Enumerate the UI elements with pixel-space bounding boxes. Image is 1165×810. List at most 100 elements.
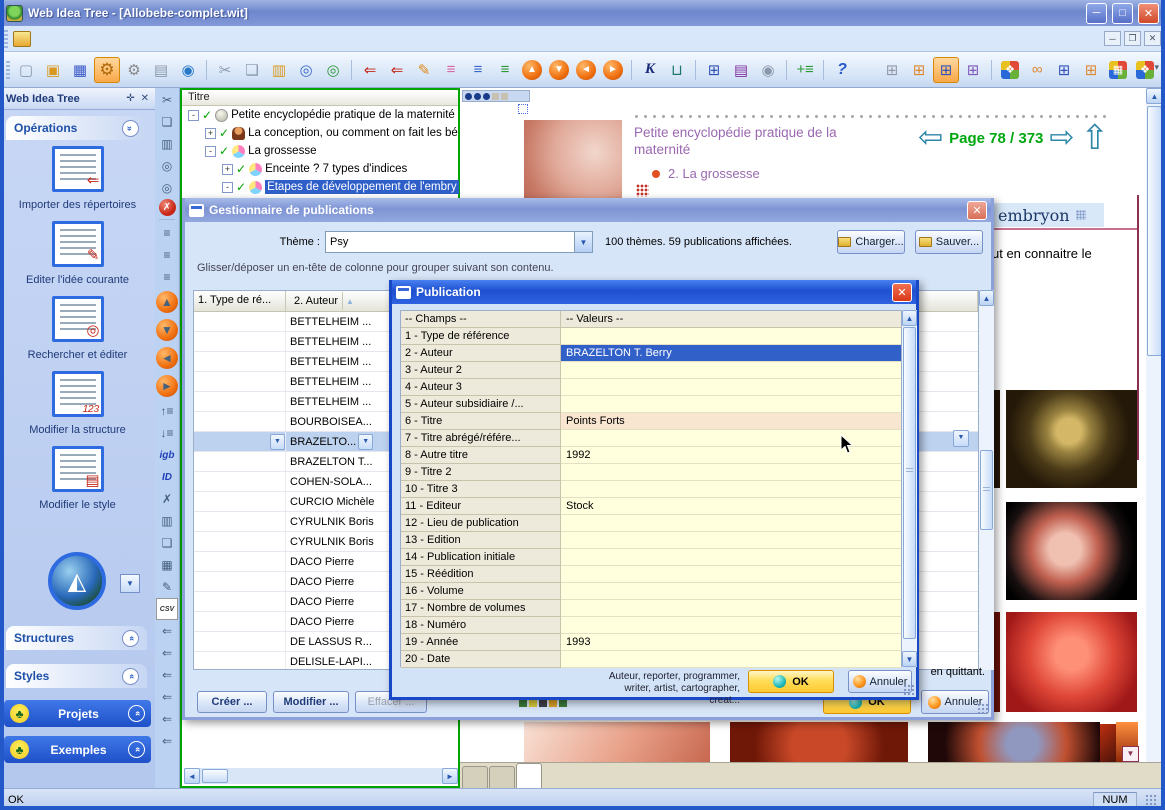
move-right-icon[interactable]: ►: [603, 60, 623, 80]
toolbar-icon[interactable]: [819, 57, 828, 83]
menu-item[interactable]: [37, 36, 53, 42]
modify-button[interactable]: Modifier ...: [273, 691, 349, 713]
tree-expander-icon[interactable]: +: [222, 164, 233, 175]
chevron-up-icon[interactable]: »: [122, 630, 139, 647]
values-column-header[interactable]: -- Valeurs --: [561, 311, 901, 328]
menu-item[interactable]: [149, 36, 165, 42]
publication-field-row[interactable]: 1 - Type de référence: [401, 328, 901, 345]
view-tab[interactable]: [462, 766, 488, 788]
scroll-down-icon[interactable]: ▼: [902, 651, 917, 667]
operation-edit-structure[interactable]: ₁₂₃ Modifier la structure: [0, 371, 155, 436]
preview-mini-toolbar[interactable]: [462, 90, 530, 102]
preview-eye-icon[interactable]: ◉: [755, 57, 781, 83]
paste-icon[interactable]: ▥: [156, 133, 178, 155]
outline-list-3-icon[interactable]: ≡: [492, 57, 518, 83]
id-icon[interactable]: ID: [156, 466, 178, 488]
preview-bullet-item[interactable]: 2. La grossesse: [652, 166, 760, 181]
toolbar-icon[interactable]: [347, 57, 356, 83]
tree-expander-icon[interactable]: +: [205, 128, 216, 139]
column-header-type[interactable]: 1. Type de ré...: [194, 291, 286, 311]
search-icon[interactable]: ◎: [156, 155, 178, 177]
tree-column-header[interactable]: Titre: [182, 90, 458, 106]
view-tab[interactable]: [516, 763, 542, 788]
tree-item[interactable]: - ✓ La grossesse: [182, 142, 458, 160]
menu-item[interactable]: [69, 36, 85, 42]
menu-item[interactable]: [53, 36, 69, 42]
add-idea-icon[interactable]: +≡: [792, 57, 818, 83]
menu-item[interactable]: [117, 36, 133, 42]
paste-special-icon[interactable]: ▥: [156, 510, 178, 532]
tree-item[interactable]: + ✓ Enceinte ? 7 types d'indices: [182, 160, 458, 178]
publication-field-row[interactable]: 12 - Lieu de publication: [401, 515, 901, 532]
tree-expander-icon[interactable]: -: [205, 146, 216, 157]
section-styles[interactable]: Styles »: [6, 664, 147, 688]
spellcheck-icon[interactable]: K: [637, 57, 663, 83]
search-replace-icon[interactable]: ◎: [320, 57, 346, 83]
list-add-icon[interactable]: ≡: [156, 222, 178, 244]
menu-item[interactable]: [133, 36, 149, 42]
toolbar-icon[interactable]: [782, 57, 791, 83]
list-add-3-icon[interactable]: ≡: [156, 266, 178, 288]
section-structures[interactable]: Structures »: [6, 626, 147, 650]
menu-item[interactable]: [85, 36, 101, 42]
print-icon[interactable]: ▤: [148, 57, 174, 83]
window-layout-2-icon[interactable]: ⊞: [906, 57, 932, 83]
publication-field-row[interactable]: 7 - Titre abrégé/référe...: [401, 430, 901, 447]
move-right-icon[interactable]: ►: [156, 375, 178, 397]
window-layout-4-icon[interactable]: ⊞: [960, 57, 986, 83]
menu-item[interactable]: [213, 36, 229, 42]
publication-field-row[interactable]: 9 - Titre 2: [401, 464, 901, 481]
csv-icon[interactable]: CSV: [156, 598, 178, 620]
outline-list-2-icon[interactable]: ≡: [465, 57, 491, 83]
tree-item[interactable]: - ✓ Petite encyclopédie pratique de la m…: [182, 106, 458, 124]
scrollbar-thumb[interactable]: [1147, 106, 1162, 356]
import-pages-icon[interactable]: ⇐: [357, 57, 383, 83]
move-down-icon[interactable]: ▼: [156, 319, 178, 341]
chevron-up-icon[interactable]: »: [122, 668, 139, 685]
new-document-icon[interactable]: ▢: [13, 57, 39, 83]
close-icon[interactable]: ✕: [967, 201, 987, 220]
delete-icon[interactable]: ✗: [159, 199, 176, 216]
resize-grip[interactable]: [977, 703, 989, 715]
search-icon[interactable]: ◎: [293, 57, 319, 83]
section-operations[interactable]: Opérations »: [6, 116, 147, 140]
edit-pencil-icon[interactable]: ✎: [156, 576, 178, 598]
scroll-left-icon[interactable]: ◄: [184, 768, 200, 784]
list-move-down-icon[interactable]: ↓≡: [156, 422, 178, 444]
chevron-down-icon[interactable]: ▼: [574, 232, 592, 252]
window-layout-1-icon[interactable]: ⊞: [879, 57, 905, 83]
move-up-icon[interactable]: ▲: [522, 60, 542, 80]
scrollbar-thumb[interactable]: [202, 769, 228, 783]
delete-html-icon[interactable]: ✗: [156, 488, 178, 510]
style-template-icon[interactable]: ▤: [728, 57, 754, 83]
mdi-restore-button[interactable]: ❐: [1124, 31, 1141, 46]
toolbar-icon[interactable]: [202, 57, 211, 83]
chevron-down-icon[interactable]: »: [122, 120, 139, 137]
close-panel-icon[interactable]: ✕: [141, 93, 149, 104]
ok-button[interactable]: OK: [748, 670, 834, 693]
scroll-up-icon[interactable]: ▲: [979, 290, 994, 306]
next-page-icon[interactable]: ⇨: [1049, 124, 1074, 152]
publication-field-row[interactable]: 10 - Titre 3: [401, 481, 901, 498]
section-exemples[interactable]: ♣ Exemples »: [4, 736, 151, 763]
web-export-globe-icon[interactable]: ◭: [48, 552, 106, 610]
export-table-icon[interactable]: ⇐: [156, 686, 178, 708]
window-arrange-2-icon[interactable]: ⊞: [1078, 57, 1104, 83]
publication-field-row[interactable]: 16 - Volume: [401, 583, 901, 600]
system-gears-icon[interactable]: ⚙: [121, 57, 147, 83]
edit-page-icon[interactable]: ✎: [411, 57, 437, 83]
tree-item[interactable]: - ✓ Etapes de développement de l'embry: [182, 178, 458, 196]
import-pages-2-icon[interactable]: ⇐: [384, 57, 410, 83]
menu-item[interactable]: [165, 36, 181, 42]
igb-icon[interactable]: igb: [156, 444, 178, 466]
resize-grip[interactable]: [903, 684, 915, 696]
structure-template-icon[interactable]: ⊞: [701, 57, 727, 83]
link-pages-icon[interactable]: ∞: [1024, 57, 1050, 83]
close-button[interactable]: ✕: [1138, 3, 1159, 24]
chevron-down-icon[interactable]: ▼: [358, 434, 373, 450]
list-move-up-icon[interactable]: ↑≡: [156, 400, 178, 422]
tree-expander-icon[interactable]: -: [222, 182, 233, 193]
windows-logo-icon[interactable]: ❖: [1001, 61, 1019, 79]
publication-field-row[interactable]: 6 - Titre Points Forts: [401, 413, 901, 430]
move-left-icon[interactable]: ◄: [576, 60, 596, 80]
